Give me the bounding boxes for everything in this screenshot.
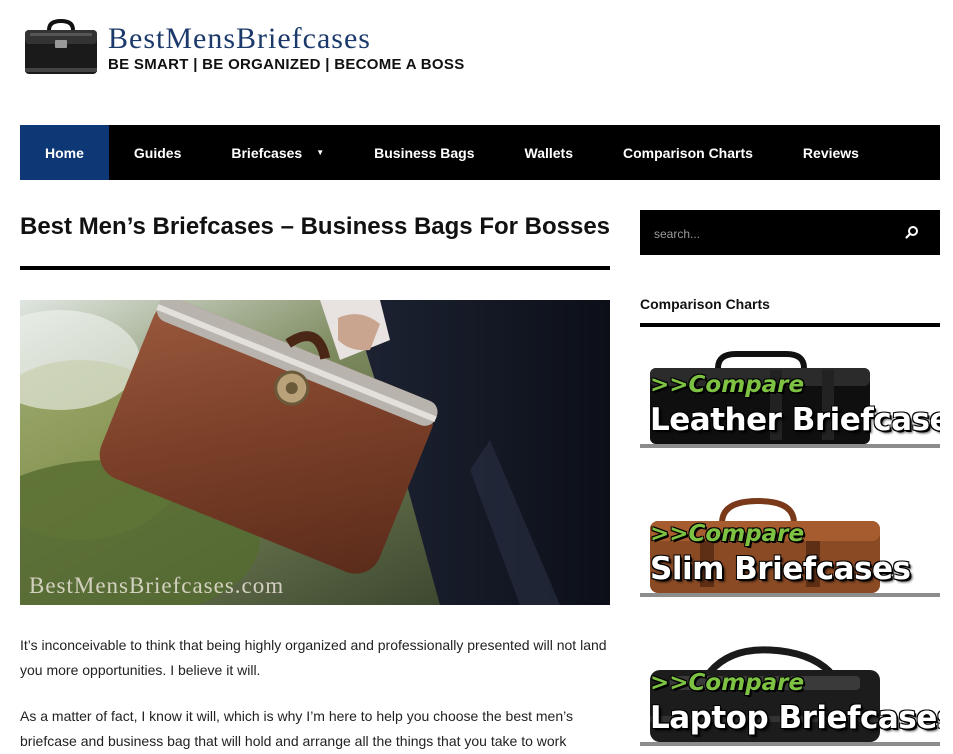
- sidebar-divider: [640, 323, 940, 327]
- banner-title: Leather Briefcases: [650, 402, 940, 438]
- site-tagline: BE SMART | BE ORGANIZED | BECOME A BOSS: [108, 56, 465, 73]
- banner-compare-label: >>Compare: [650, 372, 805, 398]
- intro-paragraph-1: It’s inconceivable to think that being h…: [20, 637, 607, 678]
- banner-shadow: [640, 742, 940, 746]
- nav-item-home[interactable]: Home: [20, 125, 109, 180]
- search-input[interactable]: [652, 222, 896, 246]
- compare-leather-briefcases-banner[interactable]: >>Compare Leather Briefcases: [640, 348, 940, 448]
- nav-item-business-bags[interactable]: Business Bags: [349, 125, 499, 180]
- main-nav: Home Guides Briefcases ▼ Business Bags Wa…: [20, 125, 940, 180]
- banner-compare-label: >>Compare: [650, 521, 805, 547]
- sidebar-heading: Comparison Charts: [640, 296, 770, 312]
- nav-label: Guides: [133, 144, 182, 161]
- nav-label: Wallets: [524, 144, 574, 161]
- post-title: Best Men’s Briefcases – Business Bags Fo…: [20, 213, 611, 240]
- site-logo[interactable]: BestMensBriefcases BE SMART | BE ORGANIZ…: [22, 18, 464, 80]
- banner-shadow: [640, 444, 940, 448]
- hero-image: BestMensBriefcases.com: [20, 300, 610, 605]
- nav-label: Home: [45, 144, 84, 161]
- compare-slim-briefcases-banner[interactable]: >>Compare Slim Briefcases: [640, 497, 940, 597]
- nav-item-briefcases[interactable]: Briefcases ▼: [206, 125, 349, 180]
- briefcase-logo-icon: [25, 18, 97, 74]
- banner-compare-label: >>Compare: [650, 670, 805, 696]
- search-box: [640, 210, 940, 255]
- banner-shadow: [640, 593, 940, 597]
- nav-label: Comparison Charts: [623, 144, 753, 161]
- nav-item-reviews[interactable]: Reviews: [778, 125, 884, 180]
- site-title: BestMensBriefcases: [108, 22, 371, 55]
- nav-item-comparison-charts[interactable]: Comparison Charts: [598, 125, 778, 180]
- nav-label: Reviews: [802, 144, 859, 161]
- briefcase-photo: [20, 300, 610, 605]
- title-divider: [20, 266, 610, 270]
- nav-item-guides[interactable]: Guides: [109, 125, 206, 180]
- compare-laptop-briefcases-banner[interactable]: >>Compare Laptop Briefcases: [640, 646, 940, 746]
- chevron-down-icon: ▼: [316, 148, 325, 157]
- nav-label: Briefcases: [231, 144, 303, 161]
- nav-item-wallets[interactable]: Wallets: [500, 125, 599, 180]
- nav-label: Business Bags: [374, 144, 475, 161]
- hero-watermark: BestMensBriefcases.com: [29, 573, 285, 598]
- banner-title: Slim Briefcases: [650, 551, 911, 587]
- banner-title: Laptop Briefcases: [650, 700, 940, 736]
- search-icon[interactable]: [904, 224, 920, 240]
